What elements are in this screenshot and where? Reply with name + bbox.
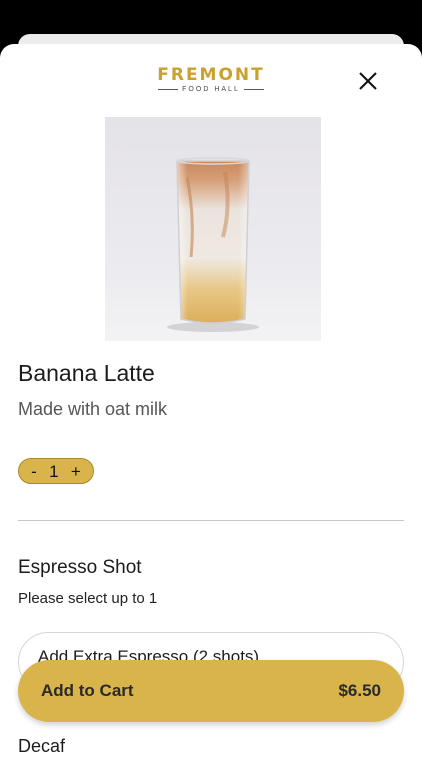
close-button[interactable]: [358, 71, 378, 91]
increment-button[interactable]: +: [71, 463, 81, 480]
add-to-cart-label: Add to Cart: [41, 681, 134, 700]
modifier-group-title: Espresso Shot: [18, 557, 142, 578]
add-to-cart-button[interactable]: Add to Cart $6.50: [18, 660, 404, 722]
logo-rule-right: [243, 89, 264, 90]
divider: [18, 520, 404, 521]
close-icon: [359, 72, 377, 90]
quantity-value: 1: [49, 461, 59, 481]
iced-latte-image: [167, 157, 259, 332]
product-name: Banana Latte: [18, 360, 155, 386]
product-image: [105, 117, 321, 341]
quantity-stepper: - 1 +: [18, 458, 94, 484]
decaf-group-title: Decaf: [18, 736, 66, 756]
cart-price: $6.50: [338, 681, 381, 700]
product-description: Made with oat milk: [18, 399, 168, 419]
modifier-group-instruction: Please select up to 1: [18, 590, 158, 607]
item-detail-sheet: FREMONT FOOD HALL Banana Latte Made with…: [0, 44, 422, 764]
brand-subname: FOOD HALL: [182, 86, 240, 93]
decrement-button[interactable]: -: [31, 463, 37, 480]
logo-rule-left: [158, 89, 179, 90]
